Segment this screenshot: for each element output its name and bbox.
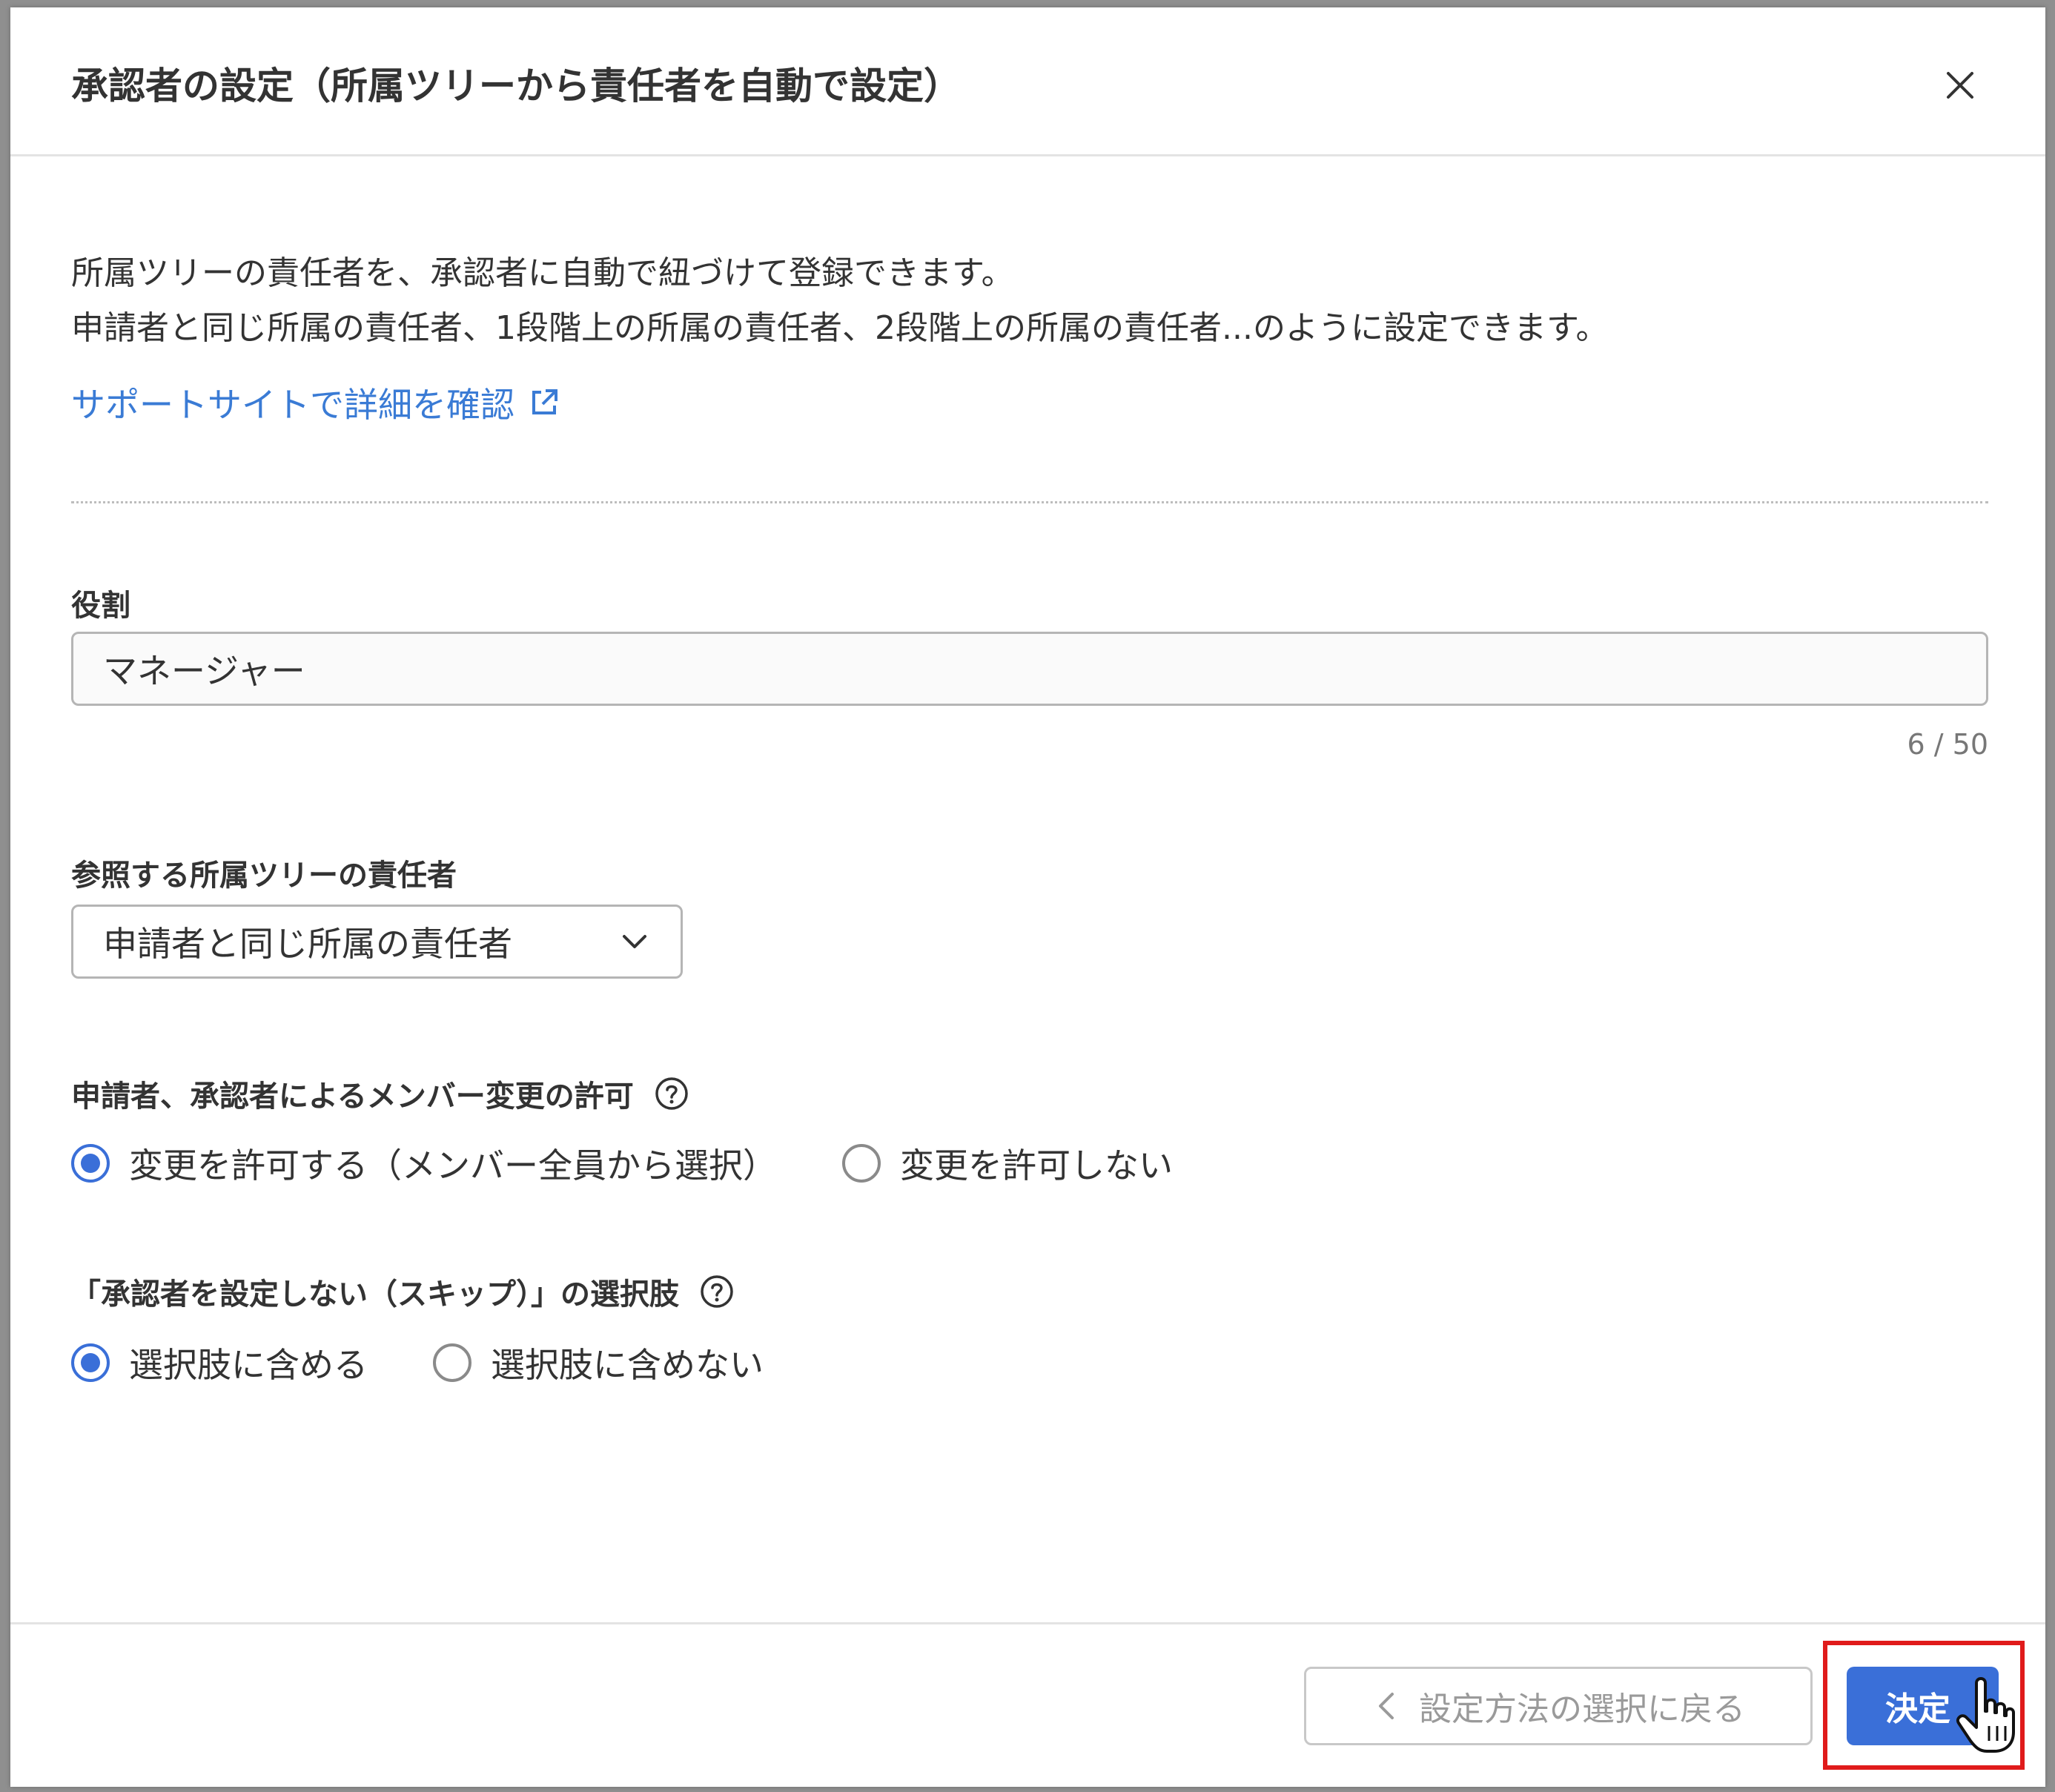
radio-include-skip-label: 選択肢に含める <box>129 1345 368 1385</box>
help-icon[interactable] <box>700 1274 734 1309</box>
role-label: 役割 <box>71 581 130 624</box>
description-line-1: 所属ツリーの責任者を、承認者に自動で紐づけて登録できます。 <box>71 254 1014 292</box>
chevron-left-icon <box>1379 1693 1394 1719</box>
dialog-title: 承認者の設定（所属ツリーから責任者を自動で設定） <box>71 65 961 108</box>
member-change-label-text: 申請者、承認者によるメンバー変更の許可 <box>71 1080 634 1114</box>
member-change-label: 申請者、承認者によるメンバー変更の許可 <box>71 1072 689 1115</box>
role-label-text: 役割 <box>71 589 130 623</box>
tree-owner-label: 参照する所属ツリーの責任者 <box>71 851 457 894</box>
role-char-counter: 6 / 50 <box>1907 728 1989 761</box>
skip-option-label-text: 「承認者を設定しない（スキップ）」の選択肢 <box>71 1277 679 1312</box>
section-divider <box>71 501 1988 503</box>
dialog-footer-divider <box>10 1622 2045 1624</box>
skip-option-label: 「承認者を設定しない（スキップ）」の選択肢 <box>71 1270 734 1313</box>
radio-button-checked[interactable] <box>71 1144 110 1183</box>
close-icon <box>1947 72 1973 99</box>
role-input[interactable] <box>71 632 1988 706</box>
dialog-header: 承認者の設定（所属ツリーから責任者を自動で設定） <box>10 7 2045 156</box>
back-to-method-selection-button[interactable]: 設定方法の選択に戻る <box>1304 1667 1813 1745</box>
help-icon[interactable] <box>655 1077 689 1111</box>
radio-disallow-change[interactable]: 変更を許可しない <box>842 1139 1173 1188</box>
radio-button-unchecked[interactable] <box>433 1343 471 1382</box>
hand-cursor-icon <box>1956 1677 2015 1753</box>
radio-allow-change-label: 変更を許可する（メンバー全員から選択） <box>129 1145 777 1186</box>
radio-exclude-skip-label: 選択肢に含めない <box>491 1345 764 1385</box>
radio-include-skip[interactable]: 選択肢に含める <box>71 1338 368 1387</box>
radio-disallow-change-label: 変更を許可しない <box>900 1145 1173 1186</box>
approver-settings-dialog: 承認者の設定（所属ツリーから責任者を自動で設定） 所属ツリーの責任者を、承認者に… <box>10 7 2045 1787</box>
tree-owner-selected-value: 申請者と同じ所属の責任者 <box>103 924 512 964</box>
external-link-icon <box>532 389 557 414</box>
dialog-description: 所属ツリーの責任者を、承認者に自動で紐づけて登録できます。 申請者と同じ所属の責… <box>71 246 1609 356</box>
support-site-link-label: サポートサイトで詳細を確認 <box>71 385 514 425</box>
skip-option-radio-group: 選択肢に含める 選択肢に含めない <box>71 1338 764 1387</box>
radio-exclude-skip[interactable]: 選択肢に含めない <box>433 1338 764 1387</box>
chevron-down-icon <box>623 935 646 948</box>
close-button[interactable] <box>1938 63 1982 108</box>
radio-button-checked[interactable] <box>71 1343 110 1382</box>
tree-owner-label-text: 参照する所属ツリーの責任者 <box>71 859 457 893</box>
back-button-label: 設定方法の選択に戻る <box>1419 1690 1745 1728</box>
support-site-link[interactable]: サポートサイトで詳細を確認 <box>71 378 560 427</box>
tree-owner-select[interactable]: 申請者と同じ所属の責任者 <box>71 905 683 979</box>
radio-button-unchecked[interactable] <box>842 1144 881 1183</box>
member-change-radio-group: 変更を許可する（メンバー全員から選択） 変更を許可しない <box>71 1139 1173 1188</box>
description-line-2: 申請者と同じ所属の責任者、1段階上の所属の責任者、2段階上の所属の責任者...の… <box>71 309 1609 347</box>
radio-allow-change[interactable]: 変更を許可する（メンバー全員から選択） <box>71 1139 777 1188</box>
